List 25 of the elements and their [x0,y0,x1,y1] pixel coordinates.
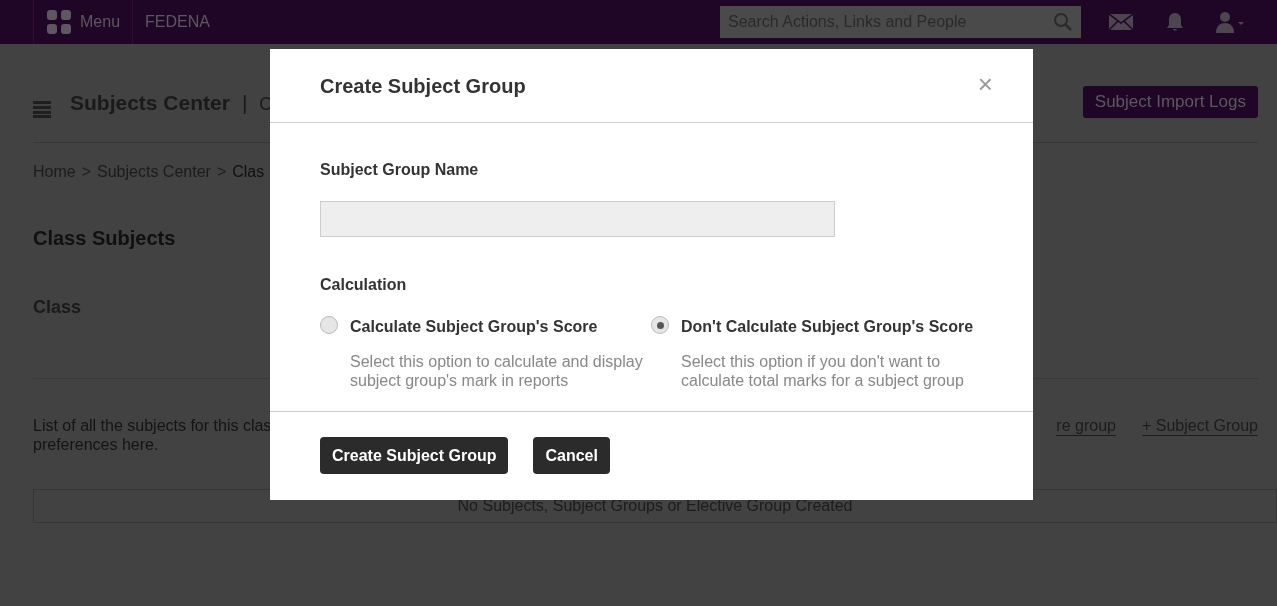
dialog-button[interactable]: Create Subject Group [320,437,509,474]
option-label: Don't Calculate Subject Group's Score [681,317,975,337]
calculation-label: Calculation [320,275,408,295]
brand-name: FEDENA [144,12,211,32]
breadcrumb-separator: > [216,162,227,182]
list-icon [33,100,51,118]
title-separator: | [241,89,248,116]
option-description: Select this option to calculate and display subject group's mark in reports [350,352,644,390]
menu-button[interactable]: Menu [33,0,134,44]
dialog-title: Create Subject Group [320,73,526,99]
grid-icon [46,9,72,35]
breadcrumb-separator: > [81,162,92,182]
subject-group-name-field[interactable] [320,201,835,237]
option-description: Select this option if you don't want to calculate total marks for a subject group [681,352,965,390]
close-button[interactable]: × [977,70,993,97]
radio-button[interactable] [651,316,669,334]
import-logs-button[interactable]: Subject Import Logs [1082,86,1258,118]
user-icon[interactable] [1215,11,1247,33]
bell-icon[interactable] [1165,12,1185,32]
field-label: Subject Group Name [320,160,480,180]
mail-icon[interactable] [1109,14,1133,30]
search-icon[interactable] [1053,12,1073,32]
dialog-button[interactable]: Cancel [533,437,610,474]
radio-button[interactable] [320,316,338,334]
option-label: Calculate Subject Group's Score [350,317,599,337]
